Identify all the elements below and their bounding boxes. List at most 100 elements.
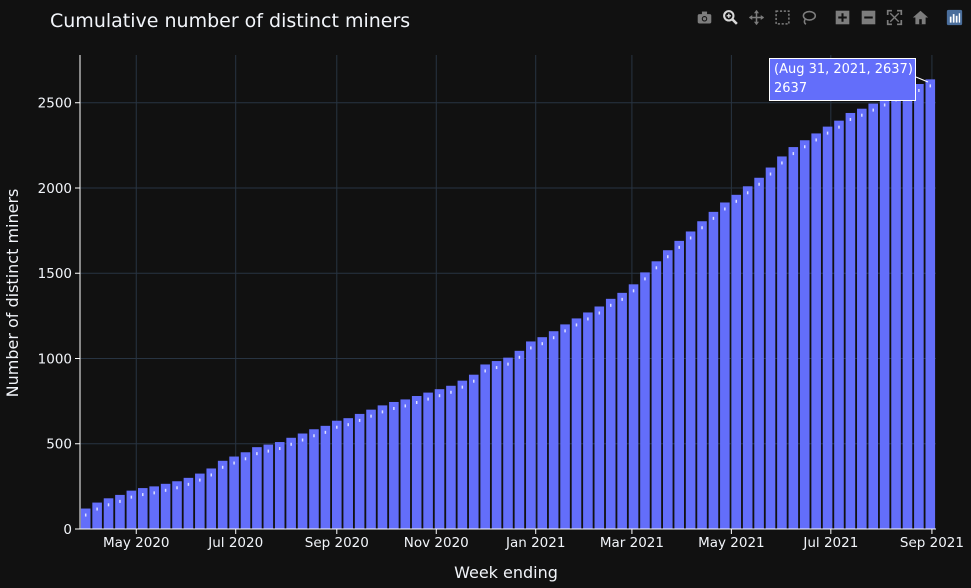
bar[interactable] — [480, 364, 490, 529]
bar[interactable] — [640, 272, 650, 529]
bar[interactable] — [92, 502, 102, 529]
camera-icon[interactable] — [693, 6, 715, 28]
y-tick-label: 0 — [63, 522, 72, 538]
pan-icon[interactable] — [745, 6, 767, 28]
x-tick-label: Jul 2021 — [802, 535, 858, 551]
bar[interactable] — [309, 429, 319, 529]
bar[interactable] — [514, 350, 525, 529]
bar[interactable] — [617, 292, 627, 529]
bar[interactable] — [628, 284, 639, 529]
bar[interactable] — [879, 98, 890, 529]
bar[interactable] — [674, 240, 684, 529]
bar[interactable] — [400, 399, 411, 529]
chart-title: Cumulative number of distinct miners — [50, 10, 410, 32]
bar[interactable] — [457, 380, 468, 529]
bar[interactable] — [891, 93, 901, 529]
bar[interactable] — [503, 357, 513, 529]
x-tick-label: May 2021 — [698, 535, 765, 551]
bar[interactable] — [229, 456, 239, 529]
bar[interactable] — [697, 221, 707, 529]
bar[interactable] — [822, 126, 833, 529]
bar[interactable] — [297, 433, 308, 529]
bar[interactable] — [80, 508, 91, 529]
bar[interactable] — [868, 103, 879, 529]
hover-label: (Aug 31, 2021, 2637) 2637 — [769, 58, 916, 101]
bar[interactable] — [560, 324, 570, 529]
bar[interactable] — [366, 409, 376, 529]
bar[interactable] — [662, 250, 673, 529]
bar[interactable] — [103, 498, 114, 529]
bar[interactable] — [468, 374, 479, 529]
bar[interactable] — [857, 108, 867, 530]
bar[interactable] — [491, 361, 502, 529]
zoom-in-icon[interactable] — [831, 6, 853, 28]
x-tick-label: May 2020 — [103, 535, 170, 551]
plotly-logo-icon[interactable] — [943, 6, 965, 28]
bar[interactable] — [343, 418, 354, 529]
bar[interactable] — [605, 298, 616, 529]
bar[interactable] — [685, 231, 696, 529]
bar[interactable] — [765, 167, 776, 529]
x-tick-label: Jul 2020 — [207, 535, 263, 551]
bar[interactable] — [274, 442, 285, 529]
lasso-icon[interactable] — [797, 6, 819, 28]
bar[interactable] — [594, 306, 605, 529]
y-tick-label: 1500 — [38, 266, 72, 282]
bar[interactable] — [389, 401, 399, 529]
bar[interactable] — [526, 341, 536, 529]
bar[interactable] — [537, 337, 548, 529]
bar[interactable] — [834, 120, 844, 529]
hover-label-value: 2637 — [774, 81, 808, 96]
x-tick-label: Sep 2020 — [305, 535, 369, 551]
x-tick-label: Mar 2021 — [600, 535, 664, 551]
bar[interactable] — [423, 392, 433, 529]
bar[interactable] — [195, 473, 205, 529]
bar[interactable] — [252, 447, 262, 529]
bar[interactable] — [925, 79, 936, 529]
x-tick-label: Jan 2021 — [505, 535, 565, 551]
y-axis-title: Number of distinct miners — [3, 189, 22, 398]
bar[interactable] — [708, 211, 719, 529]
bar[interactable] — [332, 420, 342, 529]
zoom-icon[interactable] — [719, 6, 741, 28]
bar[interactable] — [651, 261, 662, 529]
bar[interactable] — [777, 156, 787, 529]
y-tick-label: 500 — [46, 437, 72, 453]
zoom-out-icon[interactable] — [857, 6, 879, 28]
bar[interactable] — [720, 202, 730, 530]
x-axis-title: Week ending — [454, 563, 558, 582]
bar[interactable] — [263, 444, 274, 529]
bar[interactable] — [799, 140, 810, 529]
bar[interactable] — [446, 385, 456, 529]
bar[interactable] — [583, 312, 593, 529]
bar[interactable] — [286, 437, 296, 529]
bar[interactable] — [354, 413, 365, 529]
bar[interactable] — [548, 331, 559, 529]
bar[interactable] — [914, 83, 924, 530]
bar[interactable] — [571, 318, 582, 529]
bars — [80, 79, 936, 530]
bar[interactable] — [788, 147, 799, 529]
bar[interactable] — [434, 389, 445, 529]
bar[interactable] — [240, 452, 251, 529]
hover-label-point: (Aug 31, 2021, 2637) — [774, 62, 913, 77]
autoscale-icon[interactable] — [883, 6, 905, 28]
reset-axes-icon[interactable] — [909, 6, 931, 28]
x-tick-label: Sep 2021 — [900, 535, 964, 551]
bar[interactable] — [217, 460, 228, 529]
y-tick-label: 2000 — [38, 181, 72, 197]
bar[interactable] — [411, 396, 422, 529]
y-tick-label: 2500 — [38, 96, 72, 112]
bar[interactable] — [320, 425, 331, 529]
bar[interactable] — [742, 186, 753, 529]
bar[interactable] — [902, 89, 913, 529]
bar[interactable] — [754, 177, 764, 530]
box-select-icon[interactable] — [771, 6, 793, 28]
bar[interactable] — [845, 112, 856, 529]
modebar — [693, 6, 965, 28]
bar[interactable] — [811, 133, 821, 530]
y-tick-label: 1000 — [38, 351, 72, 367]
bar[interactable] — [731, 194, 742, 530]
bar[interactable] — [206, 468, 217, 529]
bar[interactable] — [377, 405, 388, 529]
